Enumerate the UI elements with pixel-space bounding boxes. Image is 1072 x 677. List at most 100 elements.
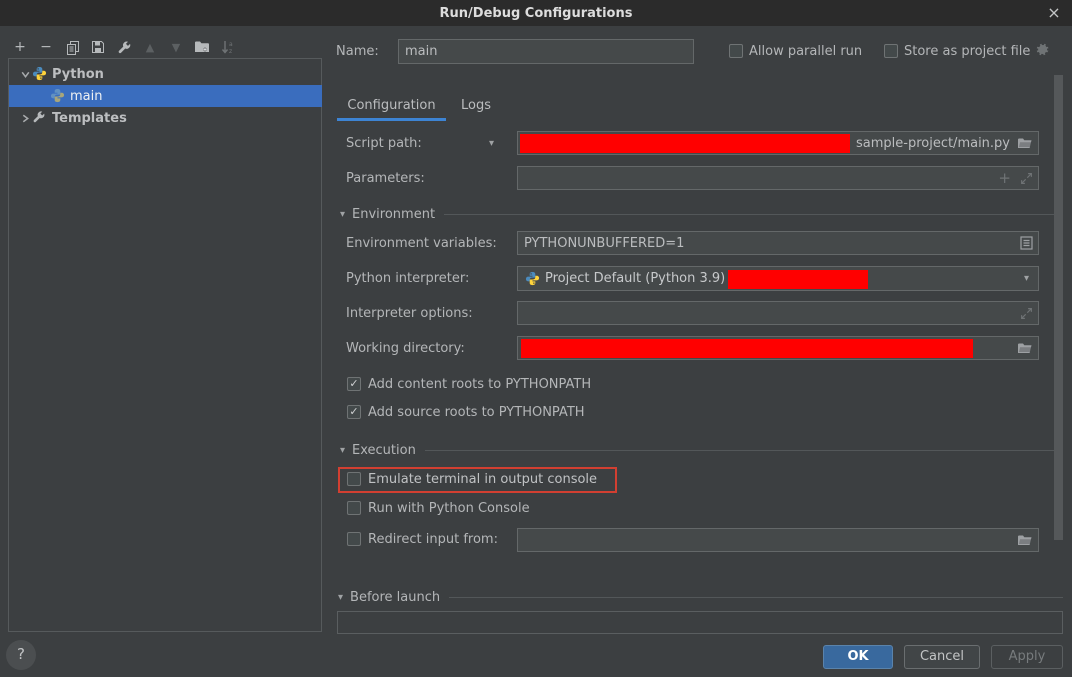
close-icon[interactable]: ×	[1044, 3, 1064, 23]
store-as-project-file-label[interactable]: Store as project file	[904, 44, 1030, 59]
redacted-region	[728, 270, 868, 289]
name-label: Name:	[336, 44, 379, 59]
python-icon	[32, 66, 48, 82]
move-down-button[interactable]: ▼	[168, 38, 184, 56]
help-button[interactable]: ?	[6, 640, 36, 670]
expand-icon[interactable]	[1020, 172, 1033, 185]
plus-icon[interactable]: +	[998, 169, 1011, 187]
section-title: Execution	[352, 443, 416, 458]
emulate-terminal-label[interactable]: Emulate terminal in output console	[368, 472, 597, 487]
section-divider-line	[425, 450, 1063, 451]
copy-configuration-button[interactable]	[64, 38, 80, 56]
env-variables-value: PYTHONUNBUFFERED=1	[524, 236, 684, 251]
plus-icon: +	[14, 39, 26, 55]
script-path-field[interactable]: sample-project/main.py	[517, 131, 1039, 155]
collapse-triangle-icon[interactable]: ▾	[340, 209, 345, 220]
sort-az-icon: az	[221, 40, 235, 55]
section-title: Before launch	[350, 590, 440, 605]
browse-variables-icon[interactable]	[1020, 236, 1033, 250]
folder-icon[interactable]	[1017, 341, 1033, 355]
collapse-triangle-icon[interactable]: ▾	[338, 592, 343, 603]
env-variables-label: Environment variables:	[346, 236, 497, 251]
configurations-toolbar: + − ▲ ▼ az	[12, 38, 236, 56]
before-launch-task-list[interactable]	[337, 611, 1063, 634]
emulate-terminal-checkbox[interactable]	[347, 472, 361, 486]
chevron-down-icon[interactable]	[20, 69, 32, 80]
title-bar: Run/Debug Configurations ×	[0, 0, 1072, 26]
new-folder-icon	[194, 40, 210, 54]
gear-icon[interactable]	[1035, 42, 1050, 61]
redirect-input-label[interactable]: Redirect input from:	[368, 532, 498, 547]
python-interpreter-value: Project Default (Python 3.9)	[545, 271, 725, 286]
cancel-button[interactable]: Cancel	[904, 645, 980, 669]
tab-logs[interactable]: Logs	[455, 94, 497, 121]
python-icon	[50, 88, 66, 104]
chevron-right-icon[interactable]	[20, 113, 32, 124]
allow-parallel-run-checkbox[interactable]	[729, 44, 743, 58]
name-input[interactable]	[398, 39, 694, 64]
execution-section-header[interactable]: ▾ Execution	[340, 442, 1063, 458]
parameters-field[interactable]: +	[517, 166, 1039, 190]
redacted-region	[520, 134, 850, 153]
folder-icon[interactable]	[1017, 533, 1033, 547]
tab-configuration[interactable]: Configuration	[337, 94, 446, 121]
save-configuration-button[interactable]	[90, 38, 106, 56]
folder-icon[interactable]	[1017, 136, 1033, 150]
python-interpreter-combobox[interactable]: Project Default (Python 3.9) ▾	[517, 266, 1039, 291]
move-up-button[interactable]: ▲	[142, 38, 158, 56]
environment-section-header[interactable]: ▾ Environment	[340, 206, 1063, 222]
working-directory-field[interactable]	[517, 336, 1039, 360]
add-configuration-button[interactable]: +	[12, 38, 28, 56]
minus-icon: −	[40, 39, 52, 55]
check-icon: ✓	[349, 377, 358, 390]
wrench-icon	[32, 110, 48, 126]
tree-item-templates-group[interactable]: Templates	[10, 107, 321, 129]
add-content-roots-label[interactable]: Add content roots to PYTHONPATH	[368, 377, 591, 392]
tree-item-label: main	[70, 89, 102, 104]
remove-configuration-button[interactable]: −	[38, 38, 54, 56]
allow-parallel-run-label[interactable]: Allow parallel run	[749, 44, 862, 59]
run-debug-configurations-dialog: Run/Debug Configurations × + − ▲ ▼ az	[0, 0, 1072, 677]
python-icon	[525, 271, 540, 290]
arrow-down-icon: ▼	[172, 41, 180, 54]
collapse-triangle-icon[interactable]: ▾	[340, 445, 345, 456]
scrollbar[interactable]	[1054, 75, 1063, 540]
configurations-tree: Python main Templates	[8, 58, 322, 632]
edit-templates-button[interactable]	[116, 38, 132, 56]
copy-icon	[65, 40, 80, 55]
save-icon	[91, 40, 105, 54]
new-folder-button[interactable]	[194, 38, 210, 56]
redirect-input-checkbox[interactable]	[347, 532, 361, 546]
script-path-label: Script path:	[346, 136, 422, 151]
ok-button[interactable]: OK	[823, 645, 893, 669]
parameters-label: Parameters:	[346, 171, 425, 186]
store-as-project-file-checkbox[interactable]	[884, 44, 898, 58]
add-source-roots-checkbox[interactable]: ✓	[347, 405, 361, 419]
chevron-down-icon[interactable]: ▾	[1024, 273, 1029, 284]
tree-item-main-selected[interactable]: main	[9, 85, 322, 107]
run-python-console-checkbox[interactable]	[347, 501, 361, 515]
arrow-up-icon: ▲	[146, 41, 154, 54]
redirect-input-field[interactable]	[517, 528, 1039, 552]
svg-text:a: a	[229, 41, 233, 48]
working-directory-label: Working directory:	[346, 341, 465, 356]
tree-item-label: Python	[52, 67, 104, 82]
run-python-console-label[interactable]: Run with Python Console	[368, 501, 530, 516]
python-interpreter-label: Python interpreter:	[346, 271, 469, 286]
redacted-region	[521, 339, 973, 358]
script-path-value: sample-project/main.py	[856, 136, 1010, 151]
section-divider-line	[449, 597, 1063, 598]
apply-button[interactable]: Apply	[991, 645, 1063, 669]
dialog-title: Run/Debug Configurations	[440, 6, 633, 21]
interpreter-options-label: Interpreter options:	[346, 306, 473, 321]
interpreter-options-field[interactable]	[517, 301, 1039, 325]
expand-icon[interactable]	[1020, 307, 1033, 320]
script-path-dropdown-icon[interactable]: ▾	[489, 138, 494, 149]
env-variables-field[interactable]: PYTHONUNBUFFERED=1	[517, 231, 1039, 255]
sort-configurations-button[interactable]: az	[220, 38, 236, 56]
add-content-roots-checkbox[interactable]: ✓	[347, 377, 361, 391]
section-divider-line	[444, 214, 1063, 215]
tree-item-python-group[interactable]: Python	[10, 63, 321, 85]
add-source-roots-label[interactable]: Add source roots to PYTHONPATH	[368, 405, 585, 420]
before-launch-section-header[interactable]: ▾ Before launch	[338, 589, 1063, 605]
